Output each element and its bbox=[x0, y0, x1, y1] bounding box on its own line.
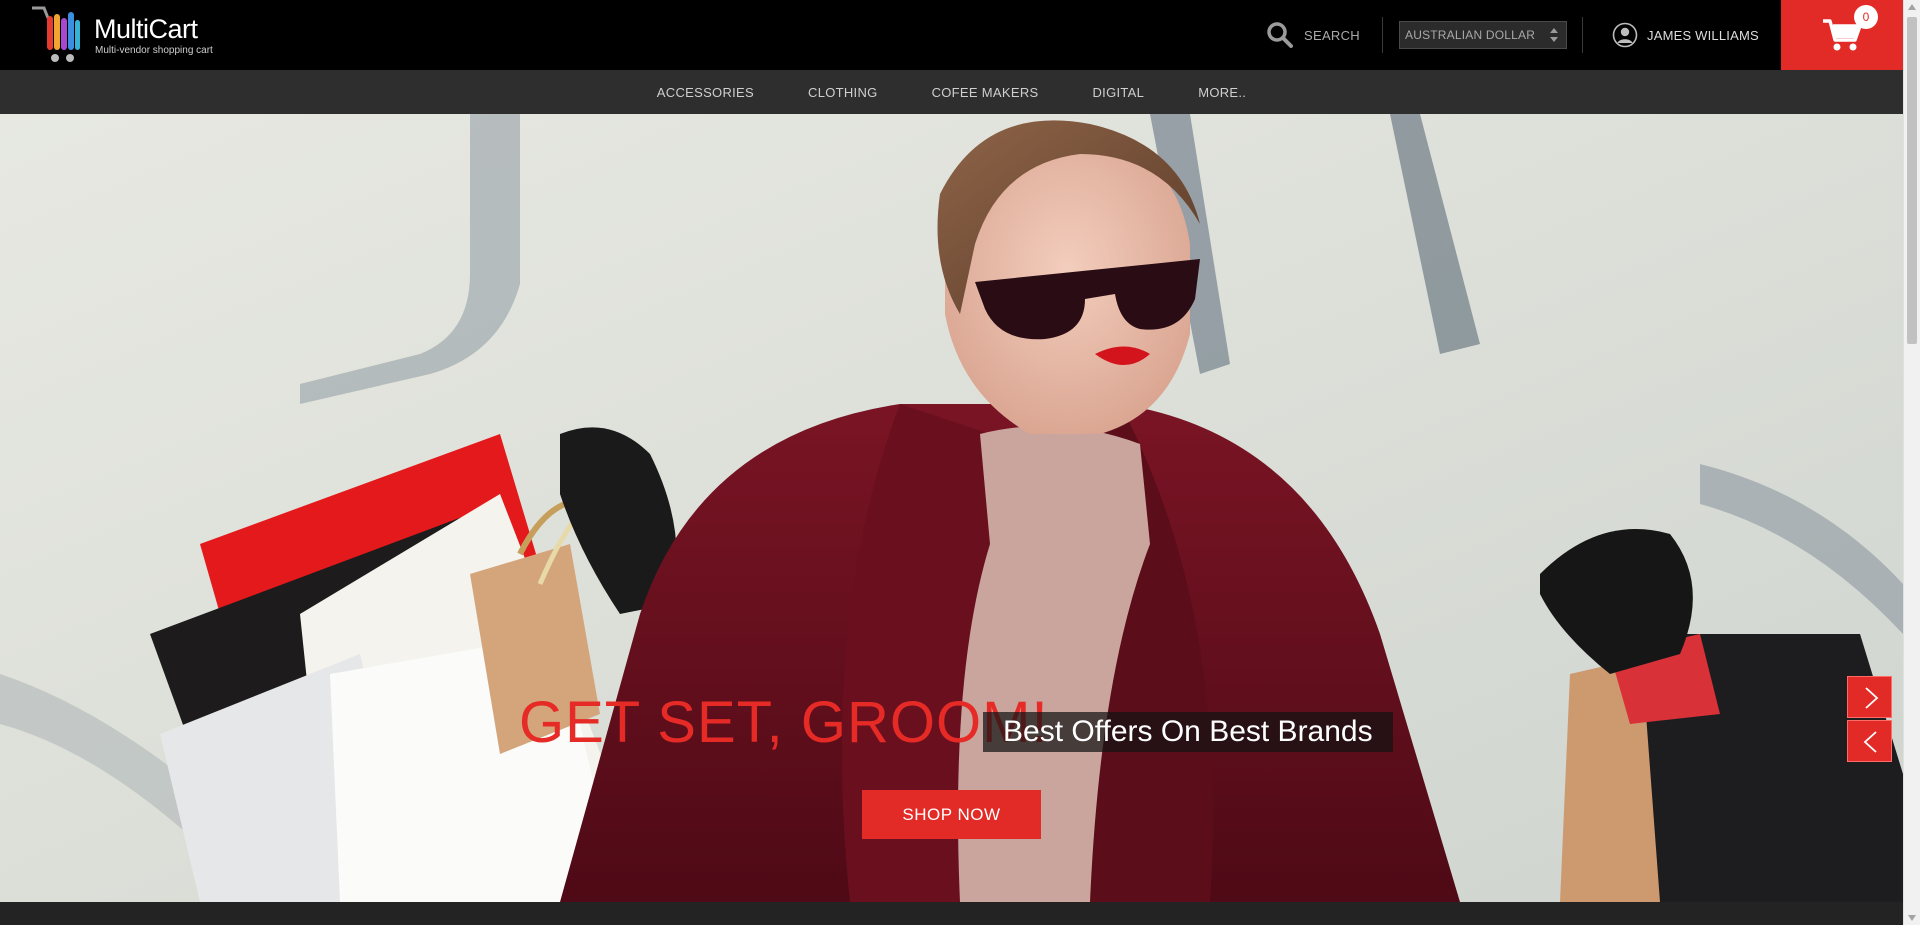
hero-headline: GET SET, GROOM! bbox=[519, 690, 1049, 755]
hero-image bbox=[0, 114, 1903, 902]
hero-banner: GET SET, GROOM! Best Offers On Best Bran… bbox=[0, 114, 1903, 902]
scroll-up-icon[interactable] bbox=[1908, 4, 1916, 10]
nav-list: ACCESSORIES CLOTHING COFEE MAKERS DIGITA… bbox=[0, 70, 1903, 114]
currency-value: AUSTRALIAN DOLLAR bbox=[1405, 28, 1536, 42]
search-label: SEARCH bbox=[1304, 27, 1360, 43]
cart-button[interactable] bbox=[1781, 0, 1903, 70]
chevron-right-icon bbox=[1865, 687, 1879, 709]
slider-next-button[interactable] bbox=[1847, 676, 1892, 718]
top-bar: MultiCart Multi-vendor shopping cart SEA… bbox=[0, 0, 1903, 70]
nav-item-accessories[interactable]: ACCESSORIES bbox=[630, 85, 781, 100]
user-menu[interactable]: JAMES WILLIAMS bbox=[1612, 22, 1759, 48]
footer-strip bbox=[0, 902, 1903, 925]
nav-item-cofee-makers[interactable]: COFEE MAKERS bbox=[905, 85, 1066, 100]
cart-count-badge: 0 bbox=[1854, 5, 1878, 29]
shop-now-button[interactable]: SHOP NOW bbox=[862, 790, 1041, 839]
category-nav: ACCESSORIES CLOTHING COFEE MAKERS DIGITA… bbox=[0, 70, 1903, 114]
divider bbox=[1382, 17, 1383, 53]
search-button[interactable]: SEARCH bbox=[1266, 20, 1360, 50]
logo-tagline: Multi-vendor shopping cart bbox=[95, 45, 213, 56]
chevron-left-icon bbox=[1863, 731, 1877, 753]
logo-cart-icon bbox=[32, 6, 80, 62]
currency-select[interactable]: AUSTRALIAN DOLLAR bbox=[1399, 21, 1567, 49]
scroll-thumb[interactable] bbox=[1907, 17, 1917, 344]
user-avatar-icon bbox=[1612, 22, 1638, 48]
logo[interactable]: MultiCart Multi-vendor shopping cart bbox=[30, 6, 220, 66]
user-name: JAMES WILLIAMS bbox=[1647, 27, 1759, 43]
scroll-down-icon[interactable] bbox=[1908, 915, 1916, 921]
page-scrollbar[interactable] bbox=[1903, 0, 1920, 925]
nav-item-more[interactable]: MORE.. bbox=[1171, 85, 1273, 100]
slider-prev-button[interactable] bbox=[1847, 720, 1892, 762]
divider bbox=[1582, 17, 1583, 53]
logo-name: MultiCart bbox=[94, 14, 198, 44]
nav-item-clothing[interactable]: CLOTHING bbox=[781, 85, 905, 100]
select-arrows-icon bbox=[1550, 28, 1558, 42]
page: MultiCart Multi-vendor shopping cart SEA… bbox=[0, 0, 1903, 925]
nav-item-digital[interactable]: DIGITAL bbox=[1065, 85, 1171, 100]
hero-subline: Best Offers On Best Brands bbox=[983, 712, 1393, 752]
search-icon bbox=[1267, 22, 1293, 48]
